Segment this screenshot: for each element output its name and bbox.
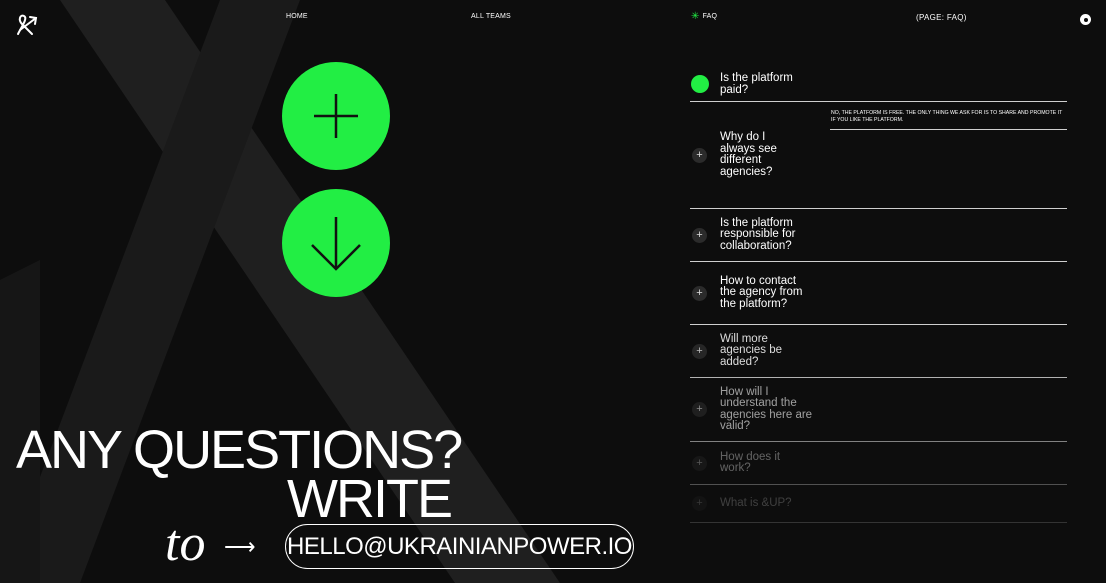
faq-item[interactable]: + What is &UP? xyxy=(690,485,1067,523)
plus-icon xyxy=(314,94,358,138)
faq-question: Why do I always see different agencies? xyxy=(720,131,777,178)
arrow-right-icon: ⟶ xyxy=(224,534,256,559)
faq-plus-icon: + xyxy=(692,147,707,163)
to-word: to xyxy=(165,515,206,572)
faq-item[interactable]: + How does it work? xyxy=(690,442,1067,485)
scroll-down-circle-button[interactable] xyxy=(282,189,390,297)
faq-item[interactable]: + Will more agencies be added? xyxy=(690,325,1067,378)
headline-write: WRITE xyxy=(287,469,453,529)
ampersand-arrow-logo-icon[interactable] xyxy=(14,12,40,38)
faq-item[interactable]: + How will I understand the agencies here… xyxy=(690,378,1067,442)
faq-plus-icon: + xyxy=(692,227,707,243)
background-x-graphic xyxy=(0,0,560,583)
answer-divider xyxy=(830,129,1067,130)
faq-item[interactable]: Is the platform paid? xyxy=(690,64,1067,102)
faq-item[interactable]: + How to contact the agency from the plat… xyxy=(690,262,1067,325)
faq-answer-text: NO, THE PLATFORM IS FREE. THE ONLY THING… xyxy=(831,110,1063,123)
faq-question: What is &UP? xyxy=(720,496,792,509)
nav-home-link[interactable]: HOME xyxy=(286,13,308,20)
faq-open-indicator-icon xyxy=(691,75,709,93)
asterisk-icon: ✳ xyxy=(691,11,700,22)
faq-item[interactable]: + Is the platform responsible for collabo… xyxy=(690,209,1067,262)
plus-circle-button[interactable] xyxy=(282,62,390,170)
faq-plus-icon: + xyxy=(692,496,707,511)
faq-plus-icon: + xyxy=(692,402,707,417)
nav-faq-label: FAQ xyxy=(702,13,718,20)
faq-plus-icon: + xyxy=(692,455,707,471)
faq-question: Is the platform paid? xyxy=(720,72,793,96)
faq-plus-icon: + xyxy=(692,343,707,359)
page-label: (PAGE: FAQ) xyxy=(916,13,967,22)
faq-list: Is the platform paid? + Why do I always se… xyxy=(690,64,1067,523)
nav-faq-link[interactable]: ✳ FAQ xyxy=(691,11,718,22)
faq-question: How will I understand the agencies here … xyxy=(720,385,813,432)
nav-all-teams-link[interactable]: ALL TEAMS xyxy=(471,13,511,20)
faq-plus-icon: + xyxy=(692,285,707,301)
arrow-down-icon xyxy=(311,217,361,271)
faq-question: Will more agencies be added? xyxy=(720,332,783,368)
faq-question: Is the platform responsible for collabor… xyxy=(720,216,796,252)
menu-dot-button[interactable] xyxy=(1080,14,1091,25)
email-link-button[interactable]: HELLO@UKRAINIANPOWER.IO xyxy=(285,524,634,569)
faq-question: How to contact the agency from the platf… xyxy=(720,274,803,310)
faq-question: How does it work? xyxy=(720,450,781,474)
